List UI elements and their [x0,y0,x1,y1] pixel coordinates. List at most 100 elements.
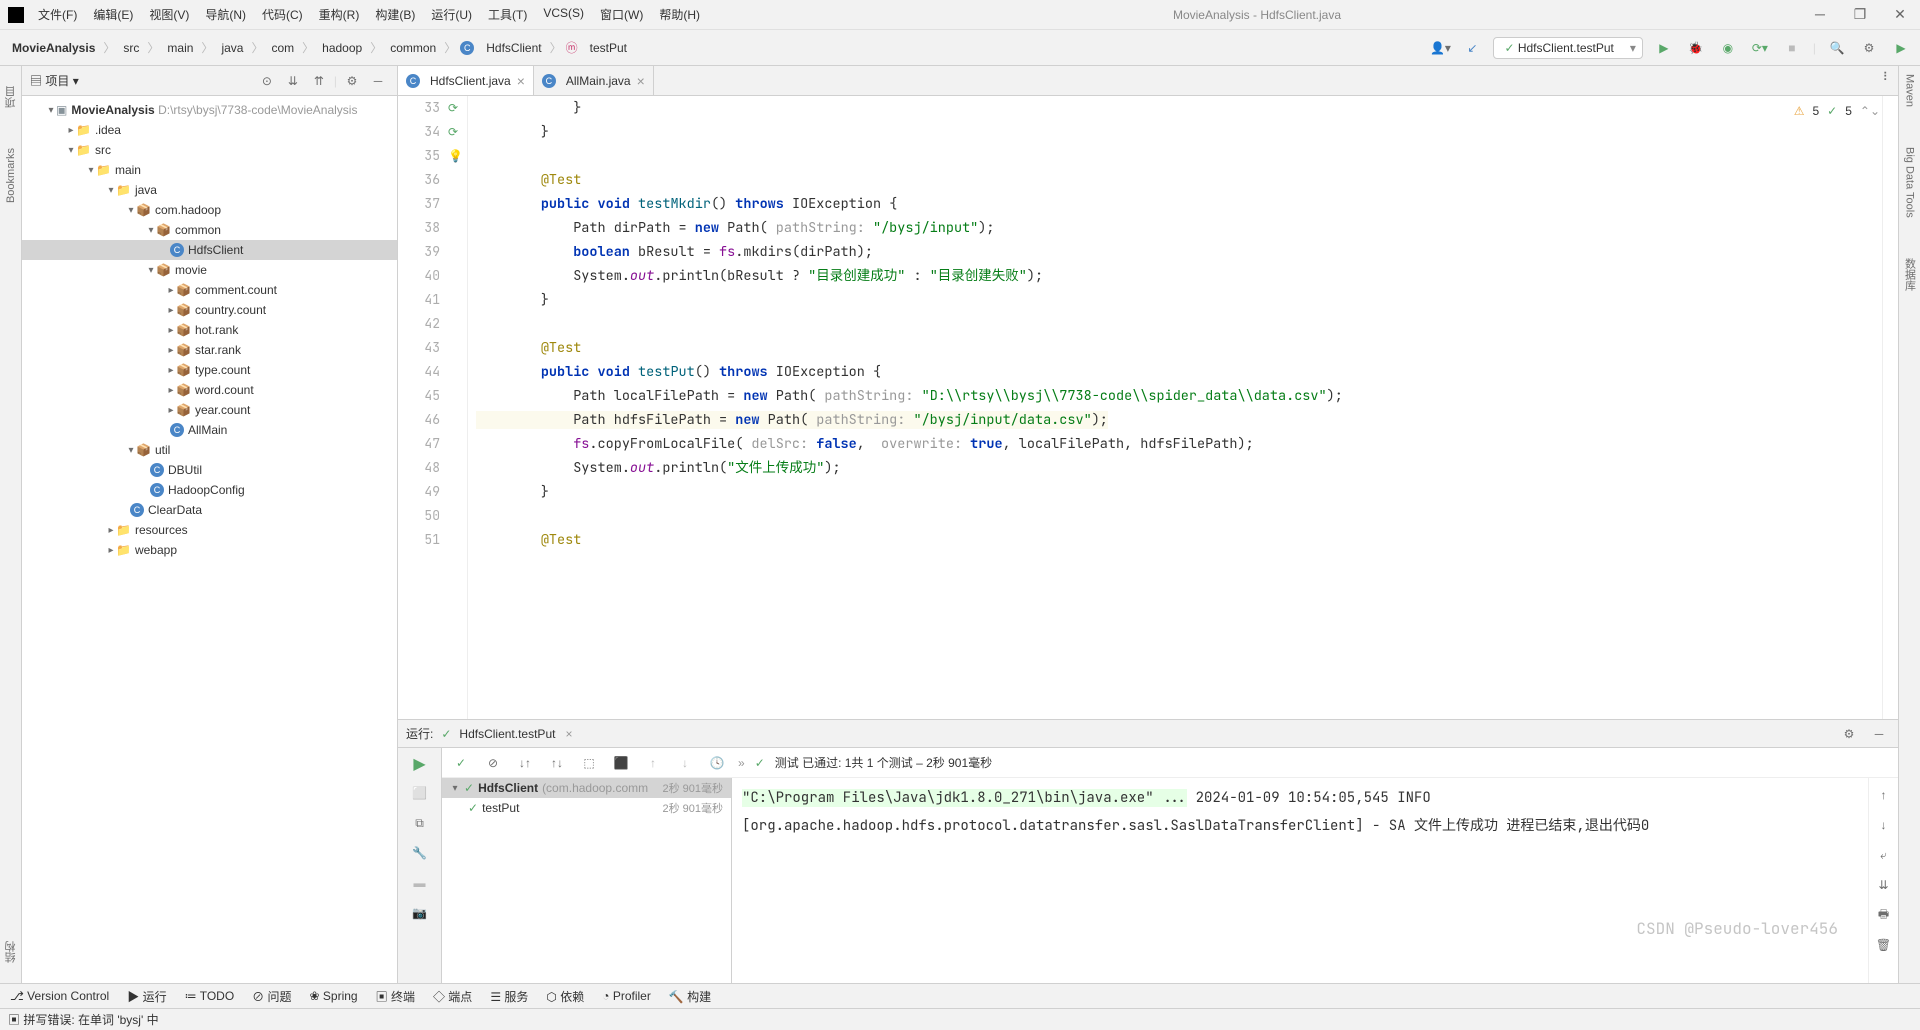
tree-item[interactable]: ▸📁.idea [22,120,397,140]
profiler-button[interactable]: ◔ Profiler [602,989,651,1003]
breadcrumb-hadoop[interactable]: hadoop [318,39,366,57]
menu-window[interactable]: 窗口(W) [594,4,649,25]
settings-icon[interactable]: 🔧 [409,842,431,864]
tree-item[interactable]: ▸📁webapp [22,540,397,560]
breadcrumb-src[interactable]: src [119,39,143,57]
sort-icon[interactable]: ↓↑ [514,752,536,774]
editor-body[interactable]: 33343536 37383940 41424344 45464748 4950… [398,96,1898,719]
minimize-button[interactable]: ─ [1808,6,1832,23]
stop-icon[interactable]: ⬜ [409,782,431,804]
close-button[interactable]: ✕ [1888,6,1912,23]
menu-code[interactable]: 代码(C) [256,4,309,25]
breadcrumb-java[interactable]: java [217,39,247,57]
collapse-all-icon[interactable]: ⇈ [308,70,330,92]
menu-help[interactable]: 帮助(H) [653,4,706,25]
run-button[interactable]: ▶ [1653,37,1675,59]
spring-button[interactable]: ❀ Spring [310,989,358,1003]
back-icon[interactable]: ↙ [1461,37,1483,59]
menu-run[interactable]: 运行(U) [425,4,478,25]
run-gutter-icon[interactable]: ⟳ [448,96,467,120]
down-icon[interactable]: ↓ [674,752,696,774]
layout-icon[interactable]: ⧉ [409,812,431,834]
wrap-icon[interactable]: ⤶ [1873,844,1895,866]
coverage-button[interactable]: ◉ [1717,37,1739,59]
select-open-file-icon[interactable]: ⊙ [256,70,278,92]
menu-tools[interactable]: 工具(T) [482,4,533,25]
breadcrumb-main[interactable]: main [163,39,197,57]
todo-button[interactable]: ≔ TODO [185,989,235,1003]
bookmarks-tool-button[interactable]: Bookmarks [5,148,17,203]
menu-view[interactable]: 视图(V) [143,4,195,25]
close-icon[interactable]: × [517,73,525,89]
hide-icon[interactable]: ─ [367,70,389,92]
breadcrumb-com[interactable]: com [267,39,298,57]
project-tool-button[interactable]: 项目 [3,86,19,108]
menu-edit[interactable]: 编辑(E) [87,4,139,25]
menu-vcs[interactable]: VCS(S) [537,4,590,25]
expand-all-icon[interactable]: ⇊ [282,70,304,92]
tree-item-selected[interactable]: CHdfsClient [22,240,397,260]
profile-button[interactable]: ⟳▾ [1749,37,1771,59]
run-gutter-icon[interactable]: ⟳ [448,120,467,144]
tree-item[interactable]: ▸📦year.count [22,400,397,420]
stop-button[interactable]: ■ [1781,37,1803,59]
terminal-button[interactable]: ▣ 终端 [376,988,415,1005]
tree-item[interactable]: ▸📦type.count [22,360,397,380]
up-icon[interactable]: ↑ [642,752,664,774]
clear-icon[interactable]: 🗑 [1873,934,1895,956]
tree-item[interactable]: ▸📦star.rank [22,340,397,360]
scroll-icon[interactable]: ⇊ [1873,874,1895,896]
breadcrumb-project[interactable]: MovieAnalysis [8,39,99,57]
tree-item[interactable]: CAllMain [22,420,397,440]
structure-tool-button[interactable]: 结构 [3,941,19,963]
print-icon[interactable]: 🖶 [1873,904,1895,926]
database-tool-button[interactable]: 数据库 [1902,258,1918,291]
run-button[interactable]: ▶ 运行 [127,988,166,1005]
bigdata-tool-button[interactable]: Big Data Tools [1904,147,1916,218]
test-method-row[interactable]: ✓ testPut 2秒 901毫秒 [442,798,731,818]
breadcrumb-class[interactable]: HdfsClient [482,39,545,57]
tab-inactive[interactable]: CAllMain.java× [534,66,654,95]
tree-item[interactable]: CClearData [22,500,397,520]
maven-tool-button[interactable]: Maven [1904,74,1916,107]
inspection-summary[interactable]: ⚠5 ✓5 ⌃⌄ [1794,104,1880,118]
maximize-button[interactable]: ❐ [1848,6,1872,23]
problems-button[interactable]: ⊘ 问题 [252,988,291,1005]
gear-icon[interactable]: ⚙ [1838,723,1860,745]
history-icon[interactable]: 🕓 [706,752,728,774]
breadcrumb-common[interactable]: common [386,39,440,57]
tree-item[interactable]: ▾📦common [22,220,397,240]
services-button[interactable]: ☰ 服务 [490,988,528,1005]
hide-icon[interactable]: ─ [1868,723,1890,745]
search-icon[interactable]: 🔍 [1826,37,1848,59]
tree-item[interactable]: ▾📦com.hadoop [22,200,397,220]
run-configuration-dropdown[interactable]: ✓ HdfsClient.testPut ▾ [1493,37,1642,59]
menu-refactor[interactable]: 重构(R) [313,4,366,25]
menu-build[interactable]: 构建(B) [369,4,421,25]
deps-button[interactable]: ⬡ 依赖 [546,988,584,1005]
tree-item[interactable]: CHadoopConfig [22,480,397,500]
close-icon[interactable]: × [565,727,572,741]
console-output[interactable]: "C:\Program Files\Java\jdk1.8.0_271\bin\… [732,778,1868,983]
editor-scrollbar[interactable] [1882,96,1898,719]
bulb-icon[interactable]: 💡 [448,144,467,168]
tab-active[interactable]: CHdfsClient.java× [398,66,534,95]
tree-item[interactable]: ▾📦util [22,440,397,460]
pin-icon[interactable]: ▬ [409,872,431,894]
play-icon[interactable]: ▶ [1890,37,1912,59]
tree-item[interactable]: ▾📦movie [22,260,397,280]
breadcrumb-method[interactable]: testPut [586,39,631,57]
tree-item[interactable]: ▸📦comment.count [22,280,397,300]
build-button[interactable]: 🔨 构建 [669,988,711,1005]
settings-icon[interactable]: ⚙ [1858,37,1880,59]
test-class-row[interactable]: ▾✓ HdfsClient(com.hadoop.comm 2秒 901毫秒 [442,778,731,798]
debug-button[interactable]: 🐞 [1685,37,1707,59]
project-tree[interactable]: ▾▣MovieAnalysis D:\rtsy\bysj\7738-code\M… [22,96,397,983]
breakpoints-button[interactable]: ◇ 端点 [433,988,472,1005]
test-tree[interactable]: ▾✓ HdfsClient(com.hadoop.comm 2秒 901毫秒 ✓… [442,778,732,983]
tree-item[interactable]: ▾📁src [22,140,397,160]
show-ignored-icon[interactable]: ⊘ [482,752,504,774]
up-icon[interactable]: ↑ [1873,784,1895,806]
tree-item[interactable]: ▸📦hot.rank [22,320,397,340]
tree-item[interactable]: ▾📁java [22,180,397,200]
